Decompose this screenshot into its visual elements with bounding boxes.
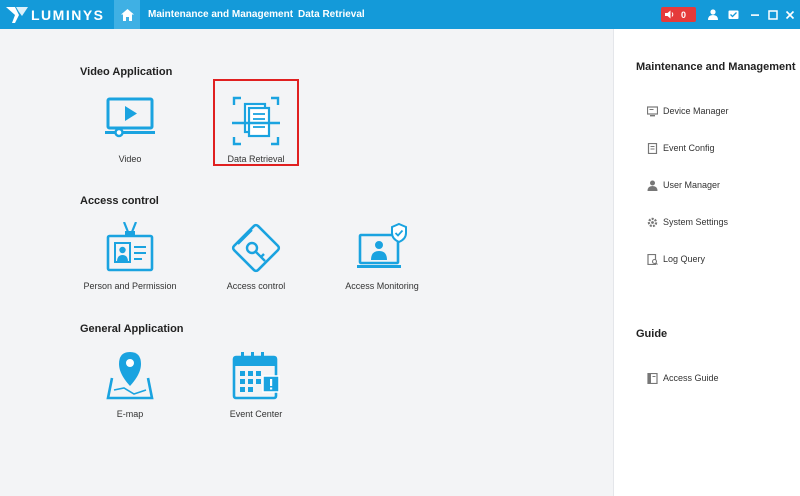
guide-icon (647, 372, 658, 384)
log-query-icon (647, 253, 658, 265)
app-label-access-monitoring: Access Monitoring (345, 281, 419, 291)
app-person-and-permission[interactable]: Person and Permission (65, 222, 195, 297)
close-icon[interactable] (783, 8, 796, 21)
side-item-user-manager[interactable]: User Manager (647, 178, 720, 192)
minimize-icon[interactable] (748, 8, 761, 21)
side-item-label: Access Guide (663, 373, 719, 383)
app-data-retrieval[interactable]: Data Retrieval (191, 95, 321, 170)
side-item-label: Log Query (663, 254, 706, 264)
app-access-control[interactable]: Access control (191, 222, 321, 297)
side-panel: Maintenance and Management Device Manage… (613, 29, 800, 496)
app-label-video: Video (118, 154, 142, 164)
alarm-count: 0 (681, 9, 687, 20)
app-label-e-map: E-map (116, 409, 144, 419)
side-item-system-settings[interactable]: System Settings (647, 215, 728, 229)
app-e-map[interactable]: E-map (65, 350, 195, 425)
side-item-event-config[interactable]: Event Config (647, 141, 715, 155)
message-icon[interactable] (727, 8, 740, 21)
side-item-log-query[interactable]: Log Query (647, 252, 705, 266)
maximize-icon[interactable] (766, 8, 779, 21)
home-icon (120, 8, 134, 21)
brand-logo: LUMINYS (6, 5, 105, 24)
user-icon (647, 180, 658, 191)
document-scan-icon (232, 96, 280, 146)
luminys-logo-icon (6, 6, 28, 23)
account-icon[interactable] (706, 8, 719, 21)
app-event-center[interactable]: Event Center (191, 350, 321, 425)
section-title-general-application: General Application (80, 323, 184, 335)
device-icon (647, 105, 658, 117)
video-player-icon (105, 97, 155, 138)
side-item-device-manager[interactable]: Device Manager (647, 104, 729, 118)
section-title-access-control: Access control (80, 195, 159, 207)
side-item-label: User Manager (663, 180, 721, 190)
side-item-label: System Settings (663, 217, 729, 227)
app-video[interactable]: Video (65, 95, 195, 170)
id-badge-icon (106, 222, 154, 272)
app-access-monitoring[interactable]: Access Monitoring (317, 222, 447, 297)
app-label-person-and-permission: Person and Permission (83, 281, 177, 291)
home-tab[interactable] (114, 0, 140, 29)
tab-maintenance-and-management[interactable]: Maintenance and Management (148, 0, 293, 29)
map-pin-icon (106, 352, 154, 400)
side-item-label: Event Config (663, 143, 715, 153)
side-item-access-guide[interactable]: Access Guide (647, 371, 719, 385)
side-title-maintenance-and-management: Maintenance and Management (636, 61, 796, 73)
calendar-alert-icon (232, 352, 280, 400)
brand-name: LUMINYS (31, 6, 105, 23)
side-item-label: Device Manager (663, 106, 729, 116)
alarm-sound-badge[interactable]: 0 (661, 7, 696, 22)
section-title-video-application: Video Application (80, 66, 173, 78)
gear-icon (647, 217, 658, 228)
tab-data-retrieval[interactable]: Data Retrieval (298, 0, 365, 29)
app-label-event-center: Event Center (229, 409, 283, 419)
title-bar: LUMINYS Maintenance and Management Data … (0, 0, 800, 29)
event-config-icon (647, 142, 658, 154)
app-label-data-retrieval: Data Retrieval (227, 154, 285, 164)
access-card-icon (231, 223, 281, 273)
monitor-person-shield-icon (357, 222, 407, 268)
speaker-icon (665, 10, 674, 19)
side-title-guide: Guide (636, 328, 668, 340)
app-label-access-control: Access control (226, 281, 286, 291)
